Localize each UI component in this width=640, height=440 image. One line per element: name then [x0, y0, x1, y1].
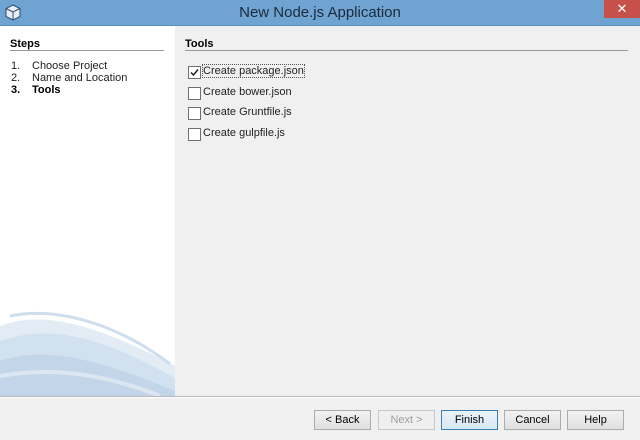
tools-panel: Tools Create package.json Create bower.j…	[175, 26, 640, 396]
steps-panel: Steps 1. Choose Project 2. Name and Locati…	[0, 26, 175, 396]
step-number: 1.	[11, 60, 21, 72]
tools-divider	[185, 50, 628, 51]
step-label: Tools	[32, 84, 61, 96]
tools-heading: Tools	[185, 38, 214, 50]
checkbox-box[interactable]	[188, 128, 201, 141]
close-icon: ✕	[616, 1, 628, 16]
checkbox-box[interactable]	[188, 107, 201, 120]
back-button[interactable]: < Back	[314, 410, 371, 430]
title-bar[interactable]: New Node.js Application ✕	[0, 0, 640, 26]
step-number: 3.	[11, 84, 21, 96]
option-label[interactable]: Create bower.json	[203, 86, 292, 98]
decorative-swoosh-graphic	[0, 312, 175, 396]
window-title: New Node.js Application	[239, 4, 401, 21]
step-label: Name and Location	[32, 72, 128, 84]
option-label[interactable]: Create gulpfile.js	[203, 127, 285, 139]
help-button[interactable]: Help	[567, 410, 624, 430]
checkbox-box[interactable]	[188, 66, 201, 79]
steps-heading: Steps	[10, 38, 40, 50]
footer-divider-highlight	[0, 397, 640, 398]
cancel-button[interactable]: Cancel	[504, 410, 561, 430]
option-label[interactable]: Create Gruntfile.js	[203, 106, 292, 118]
step-item-choose-project: 1. Choose Project	[11, 60, 107, 72]
option-label[interactable]: Create package.json	[202, 64, 305, 78]
step-label: Choose Project	[32, 60, 108, 72]
steps-divider	[10, 50, 164, 51]
step-item-tools: 3. Tools	[11, 84, 61, 96]
next-button[interactable]: Next >	[378, 410, 435, 430]
close-button[interactable]: ✕	[604, 0, 640, 18]
finish-button[interactable]: Finish	[441, 410, 498, 430]
step-number: 2.	[11, 72, 21, 84]
step-item-name-and-location: 2. Name and Location	[11, 72, 127, 84]
checkbox-box[interactable]	[188, 87, 201, 100]
check-icon	[190, 69, 199, 77]
